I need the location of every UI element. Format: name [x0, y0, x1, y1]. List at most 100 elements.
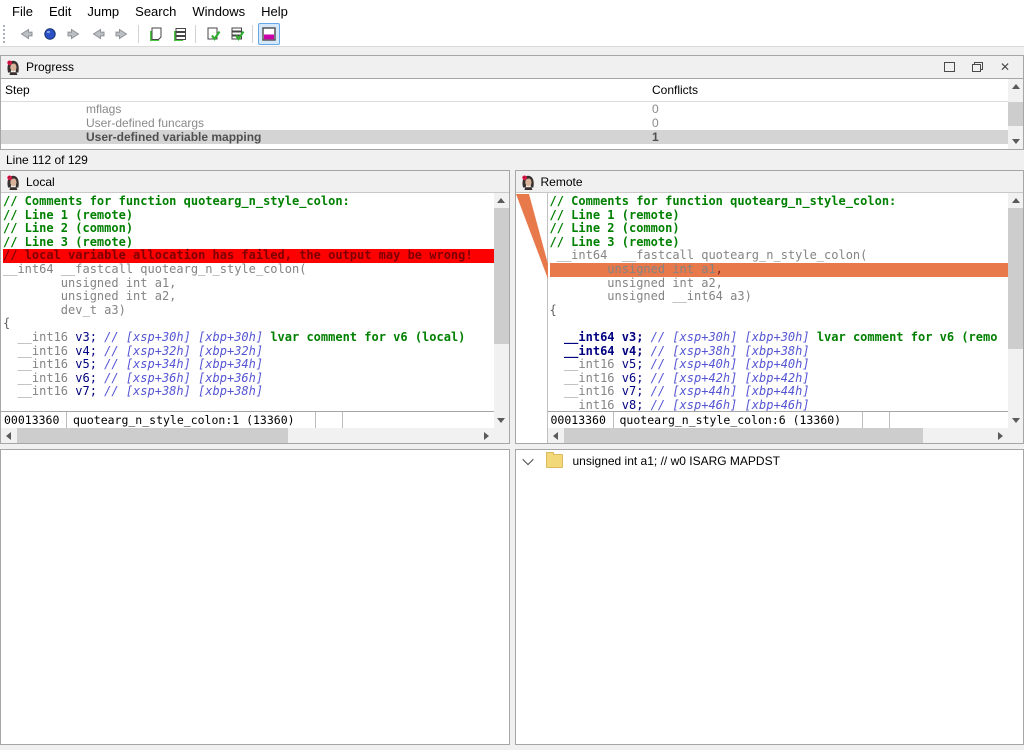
merge-window-icon[interactable]: [258, 23, 280, 45]
code-line[interactable]: __int16 v6; // [xsp+36h] [xbp+36h]: [3, 372, 494, 386]
scrollbar-thumb[interactable]: [17, 428, 288, 443]
remote-vertical-scrollbar[interactable]: [1008, 193, 1023, 428]
code-line[interactable]: // Line 3 (remote): [3, 236, 494, 250]
remote-pane: Remote // Comments for function quotearg…: [515, 170, 1024, 444]
scroll-down-icon[interactable]: [1008, 413, 1023, 428]
menu-item-help[interactable]: Help: [253, 1, 296, 22]
column-header-step[interactable]: Step: [1, 83, 652, 97]
maximize-button[interactable]: [935, 58, 963, 76]
cell-step: User-defined variable mapping: [1, 130, 652, 144]
line-indicator: Line 112 of 129: [0, 150, 1024, 170]
code-line[interactable]: // local variable allocation has failed,…: [3, 249, 494, 263]
location-cell: quotearg_n_style_colon:6 (13360): [614, 412, 863, 428]
code-line[interactable]: __int64 v4; // [xsp+38h] [xbp+38h]: [550, 345, 1009, 359]
scrollbar-thumb[interactable]: [1008, 102, 1023, 126]
code-line[interactable]: // Comments for function quotearg_n_styl…: [550, 195, 1009, 209]
lvar-mapping-item[interactable]: unsigned int a1; // w0 ISARG MAPDST: [516, 450, 1024, 472]
menu-item-search[interactable]: Search: [127, 1, 184, 22]
scroll-left-icon[interactable]: [548, 428, 563, 443]
scroll-down-icon[interactable]: [494, 413, 509, 428]
code-line[interactable]: dev_t a3): [3, 304, 494, 318]
table-row[interactable]: User-defined variable mapping1: [1, 130, 1023, 144]
toolbar: [0, 22, 1024, 47]
table-header[interactable]: Step Conflicts: [1, 79, 1023, 102]
code-line[interactable]: __int16 v7; // [xsp+38h] [xbp+38h]: [3, 385, 494, 399]
local-titlebar: Local: [1, 171, 509, 193]
jump-forward-icon[interactable]: [111, 23, 133, 45]
app-icon: [5, 59, 21, 75]
bottom-left-panel[interactable]: [0, 449, 510, 745]
code-line[interactable]: unsigned int a2,: [3, 290, 494, 304]
code-line[interactable]: __int16 v4; // [xsp+32h] [xbp+32h]: [3, 345, 494, 359]
progress-vertical-scrollbar[interactable]: [1008, 79, 1023, 149]
code-line[interactable]: __int64 __fastcall quotearg_n_style_colo…: [550, 249, 1009, 263]
tree-item-label: unsigned int a1; // w0 ISARG MAPDST: [573, 454, 780, 468]
scrollbar-thumb[interactable]: [564, 428, 923, 443]
scrollbar-thumb[interactable]: [494, 208, 509, 344]
restore-button[interactable]: [963, 58, 991, 76]
code-line[interactable]: unsigned int a2,: [550, 277, 1009, 291]
cell-step: mflags: [1, 102, 652, 116]
table-row[interactable]: mflags0: [1, 102, 1023, 116]
doc-list-icon[interactable]: [168, 23, 190, 45]
bottom-right-panel: unsigned int a1; // w0 ISARG MAPDST: [515, 449, 1024, 745]
remote-horizontal-scrollbar[interactable]: [548, 428, 1009, 443]
code-line[interactable]: // Line 2 (common): [550, 222, 1009, 236]
scroll-left-icon[interactable]: [1, 428, 16, 443]
scroll-right-icon[interactable]: [479, 428, 494, 443]
doc-list-check-icon[interactable]: [225, 23, 247, 45]
code-line[interactable]: __int64 __fastcall quotearg_n_style_colo…: [3, 263, 494, 277]
folder-icon: [546, 454, 563, 468]
code-line[interactable]: __int16 v6; // [xsp+42h] [xbp+42h]: [550, 372, 1009, 386]
scroll-right-icon[interactable]: [993, 428, 1008, 443]
menu-item-windows[interactable]: Windows: [184, 1, 253, 22]
code-line[interactable]: unsigned int a1,: [3, 277, 494, 291]
table-row[interactable]: User-defined funcargs0: [1, 116, 1023, 130]
code-line[interactable]: unsigned int a1,: [550, 263, 1009, 277]
local-title: Local: [26, 175, 55, 189]
code-line[interactable]: {: [3, 317, 494, 331]
code-line[interactable]: // Line 2 (common): [3, 222, 494, 236]
local-horizontal-scrollbar[interactable]: [1, 428, 494, 443]
scroll-down-icon[interactable]: [1008, 134, 1023, 149]
menu-item-jump[interactable]: Jump: [79, 1, 127, 22]
code-line[interactable]: __int16 v5; // [xsp+40h] [xbp+40h]: [550, 358, 1009, 372]
close-button[interactable]: ✕: [991, 58, 1019, 76]
doc-check-icon[interactable]: [201, 23, 223, 45]
local-code-view[interactable]: // Comments for function quotearg_n_styl…: [1, 193, 494, 411]
history-forward-icon[interactable]: [63, 23, 85, 45]
status-extra-cell: [316, 412, 343, 428]
code-line[interactable]: __int16 v7; // [xsp+44h] [xbp+44h]: [550, 385, 1009, 399]
cell-step: User-defined funcargs: [1, 116, 652, 130]
column-header-conflicts[interactable]: Conflicts: [652, 83, 1023, 97]
toolbar-grip[interactable]: [3, 25, 8, 43]
doc-icon[interactable]: [144, 23, 166, 45]
local-vertical-scrollbar[interactable]: [494, 193, 509, 428]
code-line[interactable]: // Line 1 (remote): [550, 209, 1009, 223]
code-line[interactable]: __int16 v8; // [xsp+46h] [xbp+46h]: [550, 399, 1009, 411]
table-body: mflags0User-defined funcargs0User-define…: [1, 102, 1023, 144]
cell-conflicts: 0: [652, 102, 1023, 116]
remote-code-view[interactable]: // Comments for function quotearg_n_styl…: [548, 193, 1009, 411]
code-line[interactable]: __int16 v3; // [xsp+30h] [xbp+30h] lvar …: [3, 331, 494, 345]
code-line[interactable]: // Line 3 (remote): [550, 236, 1009, 250]
toolbar-separator: [138, 25, 139, 43]
menu-item-file[interactable]: File: [4, 1, 41, 22]
code-line[interactable]: __int64 v3; // [xsp+30h] [xbp+30h] lvar …: [550, 331, 1009, 345]
menu-item-edit[interactable]: Edit: [41, 1, 79, 22]
scroll-up-icon[interactable]: [494, 193, 509, 208]
scroll-up-icon[interactable]: [1008, 79, 1023, 94]
code-line[interactable]: // Line 1 (remote): [3, 209, 494, 223]
code-line[interactable]: unsigned __int64 a3): [550, 290, 1009, 304]
chevron-down-icon[interactable]: [522, 454, 533, 465]
code-line[interactable]: {: [550, 304, 1009, 318]
nav-marker-icon[interactable]: [39, 23, 61, 45]
scroll-up-icon[interactable]: [1008, 193, 1023, 208]
history-back-icon[interactable]: [15, 23, 37, 45]
code-line[interactable]: // Comments for function quotearg_n_styl…: [3, 195, 494, 209]
scrollbar-thumb[interactable]: [1008, 208, 1023, 349]
jump-back-icon[interactable]: [87, 23, 109, 45]
diff-connector-strip: [516, 193, 548, 443]
code-line[interactable]: __int16 v5; // [xsp+34h] [xbp+34h]: [3, 358, 494, 372]
code-line[interactable]: [550, 317, 1009, 331]
